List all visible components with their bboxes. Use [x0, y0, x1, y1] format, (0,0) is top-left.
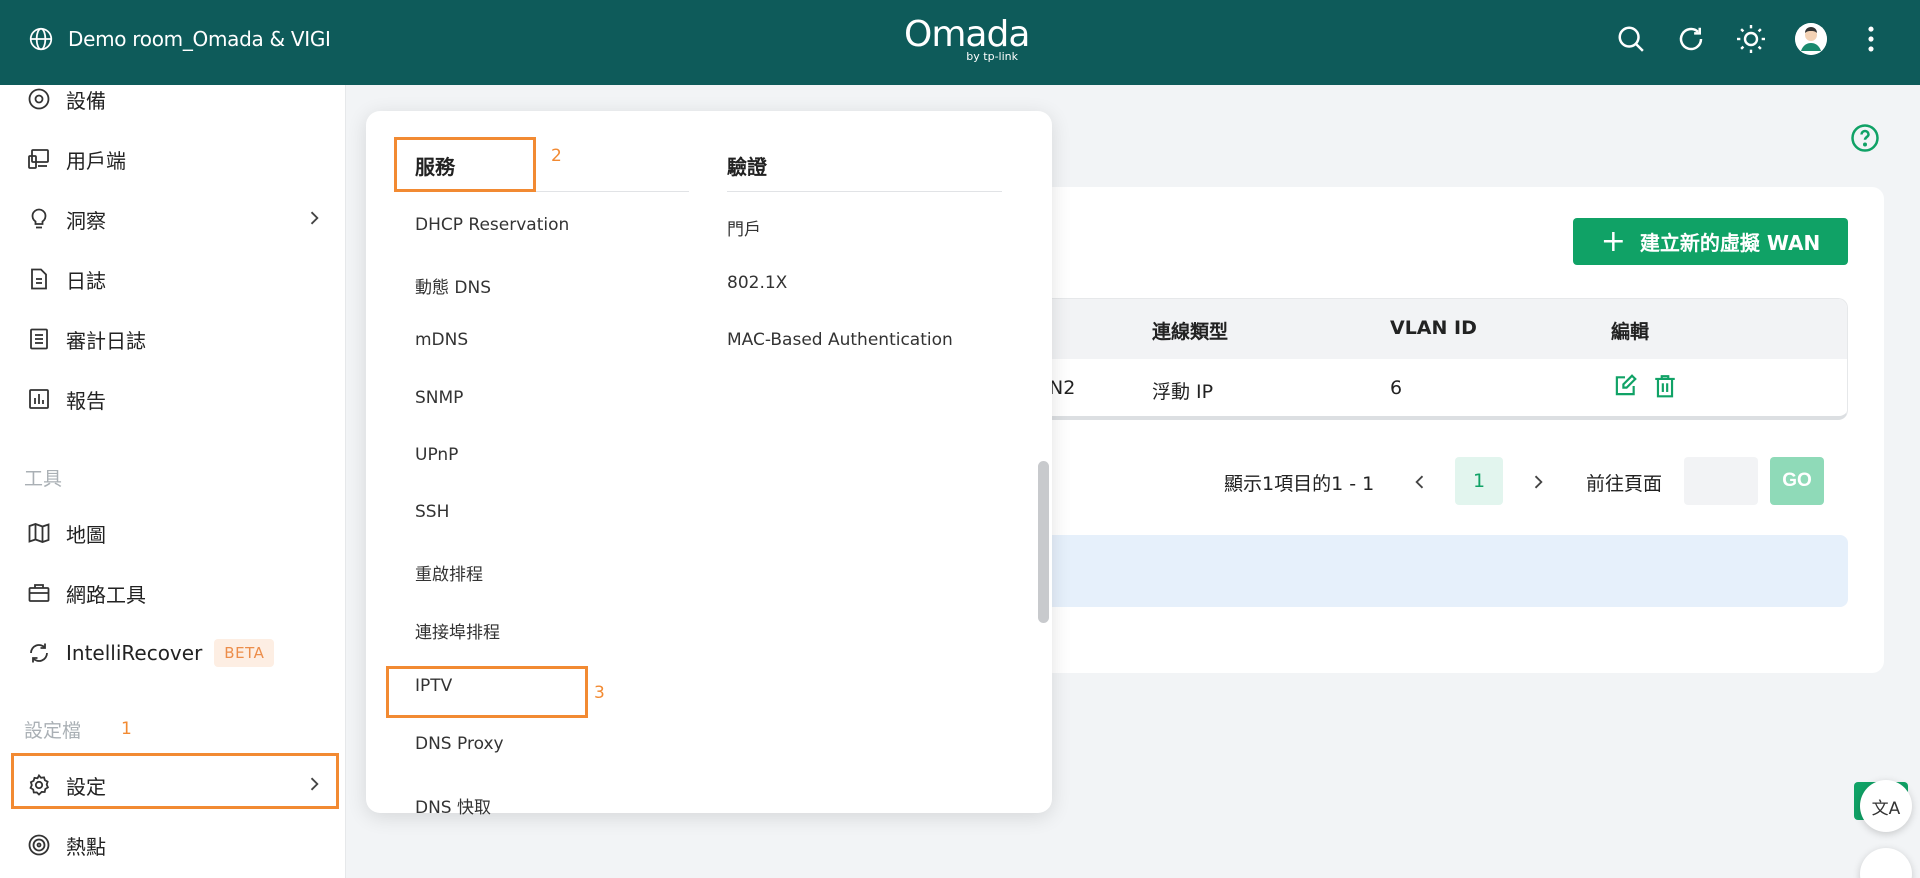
menu-item-dynamic-dns[interactable]: 動態 DNS [415, 273, 491, 298]
menu-item-reboot-schedule[interactable]: 重啟排程 [415, 560, 483, 585]
lightbulb-icon [26, 206, 52, 232]
sidebar-item-log[interactable]: 日誌 [12, 252, 338, 306]
menu-item-dns-proxy[interactable]: DNS Proxy [415, 734, 504, 754]
sidebar-item-clients[interactable]: 用戶端 [12, 132, 338, 186]
brand-name: Omada [904, 14, 1030, 55]
sidebar-item-label: 審計日誌 [66, 328, 146, 353]
site-selector[interactable]: Demo room_Omada & VIGI [28, 26, 331, 52]
go-button[interactable]: GO [1770, 457, 1824, 505]
avatar [1795, 23, 1827, 55]
clients-icon [26, 146, 52, 172]
devices-icon [26, 86, 52, 112]
list-icon [26, 326, 52, 352]
sidebar-item-label: IntelliRecover [66, 641, 203, 665]
edit-icon[interactable] [1612, 373, 1638, 399]
chevron-left-icon[interactable] [1410, 472, 1430, 492]
more-button[interactable] [1854, 22, 1888, 56]
annotation-label: 3 [594, 683, 605, 703]
cell-vlan-id: 6 [1390, 377, 1403, 399]
map-icon [26, 520, 52, 546]
sidebar-item-label: 日誌 [66, 268, 106, 293]
chevron-right-icon[interactable] [1528, 472, 1548, 492]
plus-icon: + [1600, 223, 1626, 259]
toolbox-icon [26, 580, 52, 606]
menu-item-snmp[interactable]: SNMP [415, 388, 463, 408]
page-number-current[interactable]: 1 [1455, 457, 1503, 505]
info-bar [1020, 535, 1848, 607]
refresh-button[interactable] [1674, 22, 1708, 56]
menu-item-portal[interactable]: 門戶 [727, 215, 761, 240]
sidebar-item-label: 網路工具 [66, 582, 146, 607]
table-row: N2 浮動 IP 6 [1021, 359, 1847, 416]
sidebar-item-label: 設備 [66, 88, 106, 113]
goto-page-input[interactable] [1684, 457, 1758, 505]
sidebar-item-label: 報告 [66, 388, 106, 413]
annotation-label: 2 [551, 146, 562, 166]
goto-page-label: 前往頁面 [1586, 473, 1663, 495]
auth-divider [727, 191, 1002, 192]
profile-section-title: 設定檔 [24, 720, 82, 742]
cell-name: N2 [1049, 377, 1076, 399]
recover-icon [26, 640, 52, 666]
menu-item-mdns[interactable]: mDNS [415, 330, 468, 350]
chevron-right-icon [310, 211, 319, 225]
sidebar-item-network-tools[interactable]: 網路工具 [12, 566, 338, 620]
document-icon [26, 266, 52, 292]
sidebar-item-intellirecover[interactable]: IntelliRecover BETA [12, 626, 338, 680]
auth-column-title: 驗證 [727, 155, 767, 179]
sidebar-item-label: 地圖 [66, 522, 106, 547]
bar-chart-icon [26, 386, 52, 412]
translate-icon: 文A [1871, 798, 1901, 819]
omada-logo: Omada by tp-link [904, 14, 1030, 64]
create-virtual-wan-label: 建立新的虛擬 WAN [1639, 231, 1821, 255]
highlight-box-settings [11, 753, 339, 809]
column-edit: 編輯 [1611, 321, 1650, 343]
user-avatar-button[interactable] [1794, 22, 1828, 56]
sidebar-item-map[interactable]: 地圖 [12, 506, 338, 560]
globe-icon [29, 27, 53, 51]
translate-widget[interactable]: 文A [1860, 780, 1912, 832]
sidebar-item-label: 用戶端 [66, 148, 126, 173]
sidebar-item-report[interactable]: 報告 [12, 372, 338, 426]
annotation-label: 1 [121, 719, 132, 739]
search-button[interactable] [1614, 22, 1648, 56]
site-name: Demo room_Omada & VIGI [68, 27, 331, 51]
cell-connection-type: 浮動 IP [1152, 381, 1214, 403]
sidebar-item-label: 熱點 [66, 834, 106, 859]
column-vlan-id: VLAN ID [1390, 317, 1477, 339]
menu-item-upnp[interactable]: UPnP [415, 445, 458, 465]
menu-item-8021x[interactable]: 802.1X [727, 273, 787, 293]
sidebar-item-audit-log[interactable]: 審計日誌 [12, 312, 338, 366]
sidebar-item-insight[interactable]: 洞察 [12, 192, 338, 246]
virtual-wan-table: 連線類型 VLAN ID 編輯 N2 浮動 IP 6 [1020, 298, 1848, 420]
create-virtual-wan-button[interactable]: + 建立新的虛擬 WAN [1573, 218, 1848, 265]
dropdown-scrollbar[interactable] [1038, 461, 1049, 623]
menu-item-port-schedule[interactable]: 連接埠排程 [415, 618, 500, 643]
menu-item-dhcp-reservation[interactable]: DHCP Reservation [415, 215, 569, 235]
sidebar-item-label: 洞察 [66, 208, 106, 233]
highlight-box-iptv [386, 666, 588, 718]
sun-icon [1737, 25, 1765, 53]
beta-badge: BETA [214, 639, 275, 667]
table-header: 連線類型 VLAN ID 編輯 [1021, 299, 1847, 359]
highlight-box-services [394, 137, 536, 192]
search-icon [1618, 26, 1644, 52]
theme-button[interactable] [1734, 22, 1768, 56]
floating-widget[interactable] [1860, 848, 1912, 878]
trash-icon[interactable] [1652, 373, 1678, 399]
column-connection-type: 連線類型 [1152, 321, 1229, 343]
sidebar-item-devices[interactable]: 設備 [12, 72, 338, 126]
help-icon[interactable] [1850, 123, 1880, 153]
hotspot-icon [26, 832, 52, 858]
sidebar-item-hotspot[interactable]: 熱點 [12, 818, 338, 872]
pagination-summary: 顯示1項目的1 - 1 [1224, 473, 1375, 495]
menu-item-dns-cache[interactable]: DNS 快取 [415, 793, 491, 818]
tools-section-title: 工具 [24, 468, 63, 490]
menu-item-mac-auth[interactable]: MAC-Based Authentication [727, 330, 953, 350]
menu-item-ssh[interactable]: SSH [415, 502, 449, 522]
more-vertical-icon [1868, 26, 1874, 52]
refresh-icon [1679, 27, 1703, 51]
